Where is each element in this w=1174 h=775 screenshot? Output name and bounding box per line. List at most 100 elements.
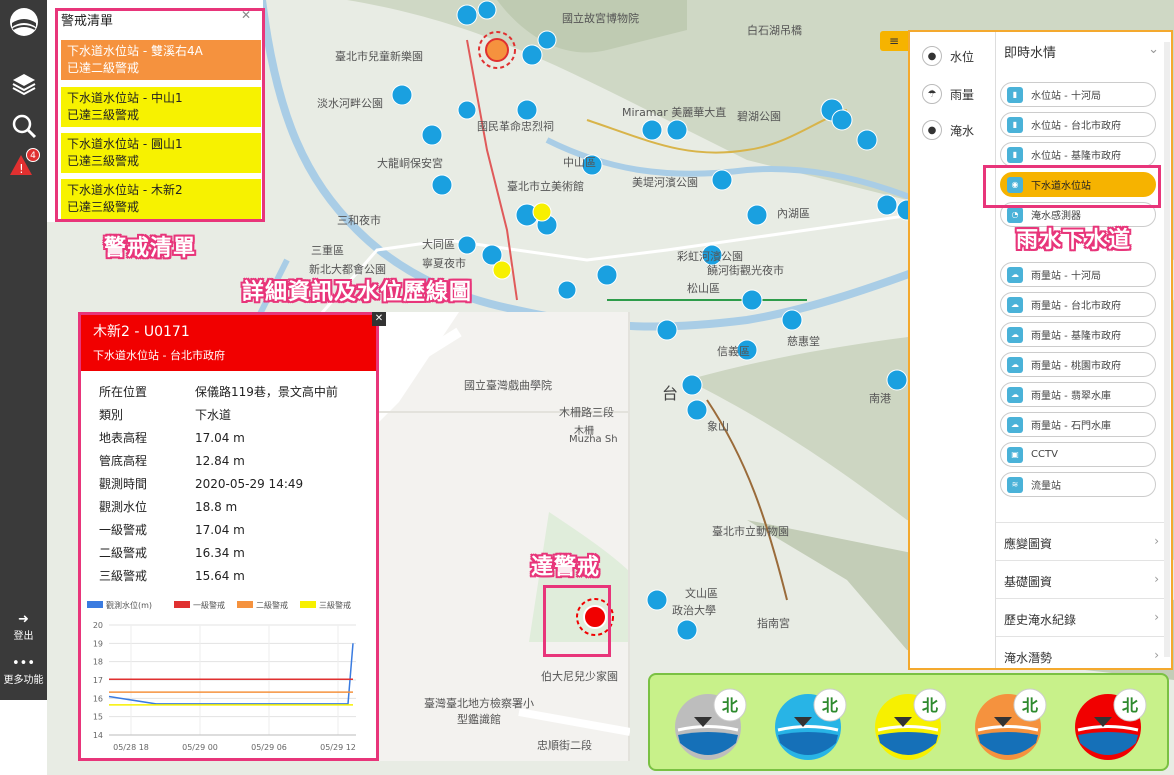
- category-water-level[interactable]: ● 水位: [922, 46, 974, 66]
- chart-y-tick-label: 19: [93, 639, 103, 648]
- section-base-maps[interactable]: 基礎圖資 ›: [996, 560, 1167, 598]
- map-label: 三和夜市: [337, 214, 381, 227]
- detail-row: 二級警戒 16.34 m: [99, 544, 245, 561]
- detail-close-icon[interactable]: ✕: [372, 312, 386, 326]
- alert-item[interactable]: 下水道水位站 - 圓山1 已達三級警戒: [61, 133, 261, 173]
- chart-x-tick-label: 05/29 06: [251, 743, 287, 752]
- layer-button-sewer[interactable]: ◉ 下水道水位站: [1000, 172, 1156, 197]
- water-drop-icon: ●: [922, 46, 942, 66]
- category-rainfall[interactable]: ☂ 雨量: [922, 84, 974, 104]
- alert-close-icon[interactable]: ✕: [241, 8, 251, 22]
- layer-button[interactable]: ☁ 雨量站 - 十河局: [1000, 262, 1156, 287]
- map-label: 指南宮: [757, 617, 790, 630]
- detail-key: 地表高程: [99, 431, 148, 445]
- layer-button[interactable]: ☁ 雨量站 - 基隆市政府: [1000, 322, 1156, 347]
- more-label: 更多功能: [3, 675, 44, 686]
- section-flood-history[interactable]: 歷史淹水紀錄 ›: [996, 598, 1167, 636]
- map-label: 伯大尼兒少家園: [541, 670, 618, 683]
- map-label: 松山區: [687, 282, 720, 295]
- detail-title: 木新2 - U0171: [93, 324, 190, 340]
- app-root: 國立故宮博物院 臺北市兒童新樂園 淡水河畔公園 三和夜市 三重區 新北大都會公園…: [0, 0, 1174, 775]
- detail-value: 保儀路119巷，景文高中前: [195, 385, 338, 399]
- alert-item-name: 下水道水位站 - 中山1: [67, 91, 183, 105]
- map-label: 臺北市立動物園: [712, 525, 789, 538]
- alert-icon[interactable]: ! 4: [8, 148, 40, 182]
- alert-item[interactable]: 下水道水位站 - 雙溪右4A 已達二級警戒: [61, 40, 261, 80]
- search-icon[interactable]: [8, 110, 40, 142]
- layer-button[interactable]: ☁ 雨量站 - 台北市政府: [1000, 292, 1156, 317]
- layer-button[interactable]: ☁ 雨量站 - 桃園市政府: [1000, 352, 1156, 377]
- alert-item-name: 下水道水位站 - 圓山1: [67, 137, 183, 151]
- detail-row: 地表高程 17.04 m: [99, 429, 245, 446]
- rain-station-icon: ☁: [1007, 296, 1023, 313]
- rain-station-icon: ☁: [1007, 416, 1023, 433]
- chart-legend-swatch: [87, 601, 103, 608]
- inset-map[interactable]: 國立臺灣戲曲學院 木柵路三段 木柵 Muzha Sh 伯大尼兒少家園 臺灣臺北地…: [379, 312, 630, 761]
- chevron-down-icon: ⌄: [1148, 42, 1159, 57]
- map-label: 國立臺灣戲曲學院: [464, 379, 552, 392]
- detail-row: 觀測水位 18.8 m: [99, 498, 237, 515]
- logout-button[interactable]: ➜ 登出: [0, 612, 47, 642]
- layers-icon[interactable]: [8, 68, 40, 100]
- layer-label: CCTV: [1031, 449, 1058, 460]
- section-realtime[interactable]: 即時水情 ⌄: [996, 32, 1167, 72]
- category-flood[interactable]: ● 淹水: [922, 120, 974, 140]
- logo-icon[interactable]: [8, 6, 40, 38]
- detail-row: 所在位置 保儀路119巷，景文高中前: [99, 383, 338, 400]
- chart-y-tick-label: 15: [93, 713, 103, 722]
- layer-button[interactable]: ☁ 雨量站 - 石門水庫: [1000, 412, 1156, 437]
- more-icon: •••: [11, 656, 35, 671]
- layer-button[interactable]: ▣ CCTV: [1000, 442, 1156, 467]
- alert-list-panel: 警戒清單 下水道水位站 - 雙溪右4A 已達二級警戒 下水道水位站 - 中山1 …: [47, 0, 263, 222]
- legend-badge-label: 北: [722, 696, 738, 715]
- map-label: 內湖區: [777, 207, 810, 220]
- map-label: 碧湖公園: [737, 110, 781, 123]
- chevron-right-icon: ›: [1154, 534, 1159, 548]
- section-label: 基礎圖資: [1004, 575, 1053, 589]
- layer-button[interactable]: ▮ 水位站 - 十河局: [1000, 82, 1156, 107]
- sewer-station-icon: ◉: [1007, 176, 1023, 193]
- flood-icon: ●: [922, 120, 942, 140]
- layer-label: 水位站 - 基隆市政府: [1031, 151, 1121, 162]
- chart-legend-swatch: [300, 601, 316, 608]
- detail-value: 下水道: [195, 408, 232, 422]
- callout-detail: 詳細資訊及水位歷線圖: [242, 280, 473, 305]
- alert-count-badge: 4: [26, 148, 40, 162]
- layer-button[interactable]: ▮ 水位站 - 基隆市政府: [1000, 142, 1156, 167]
- alert-item[interactable]: 下水道水位站 - 中山1 已達三級警戒: [61, 87, 261, 127]
- map-label: 白石湖吊橋: [747, 24, 802, 37]
- water-level-chart[interactable]: 觀測水位(m) 一級警戒 二級警戒 三級警戒 14 15 16 17 18 19 20 05/28 1…: [81, 595, 376, 760]
- layer-label: 下水道水位站: [1031, 181, 1091, 192]
- detail-value: 2020-05-29 14:49: [195, 477, 304, 491]
- chart-series-line: [108, 643, 354, 705]
- layer-button[interactable]: ≋ 流量站: [1000, 472, 1156, 497]
- detail-row: 觀測時間 2020-05-29 14:49: [99, 475, 303, 492]
- umbrella-icon: ☂: [922, 84, 942, 104]
- layer-panel: ● 水位 ☂ 雨量 ● 淹水 即時水情 ⌄ ▮ 水位站 - 十河局 ▮ 水位站 - …: [908, 30, 1173, 670]
- map-label: 政治大學: [672, 604, 716, 617]
- alert-item[interactable]: 下水道水位站 - 木新2 已達三級警戒: [61, 179, 261, 219]
- scrollbar[interactable]: [1164, 42, 1170, 657]
- layer-label: 雨量站 - 台北市政府: [1031, 301, 1121, 312]
- chart-x-tick-label: 05/29 00: [182, 743, 218, 752]
- alert-list-title: 警戒清單: [61, 14, 114, 29]
- chart-x-tick-label: 05/28 18: [113, 743, 149, 752]
- alert-item-status: 已達三級警戒: [67, 108, 140, 122]
- legend-badge-label: 北: [1122, 696, 1138, 715]
- layer-label: 水位站 - 十河局: [1031, 91, 1101, 102]
- layer-button[interactable]: ☁ 雨量站 - 翡翠水庫: [1000, 382, 1156, 407]
- section-flood-potential[interactable]: 淹水潛勢 ›: [996, 636, 1167, 674]
- detail-header: 木新2 - U0171 下水道水位站 - 台北市政府: [81, 315, 376, 371]
- chevron-right-icon: ›: [1154, 572, 1159, 586]
- more-button[interactable]: ••• 更多功能: [0, 656, 47, 686]
- legend-badge-label: 北: [922, 696, 938, 715]
- menu-toggle-icon[interactable]: ≡: [880, 31, 908, 51]
- layer-button[interactable]: ▮ 水位站 - 台北市政府: [1000, 112, 1156, 137]
- detail-value: 12.84 m: [195, 454, 245, 468]
- section-response-maps[interactable]: 應變圖資 ›: [996, 522, 1167, 560]
- alert-item-status: 已達三級警戒: [67, 154, 140, 168]
- chevron-right-icon: ›: [1154, 610, 1159, 624]
- legend-svg: 北北北北北: [675, 688, 1147, 760]
- layer-label: 雨量站 - 翡翠水庫: [1031, 391, 1111, 402]
- map-label: 彩虹河濱公園: [677, 250, 743, 263]
